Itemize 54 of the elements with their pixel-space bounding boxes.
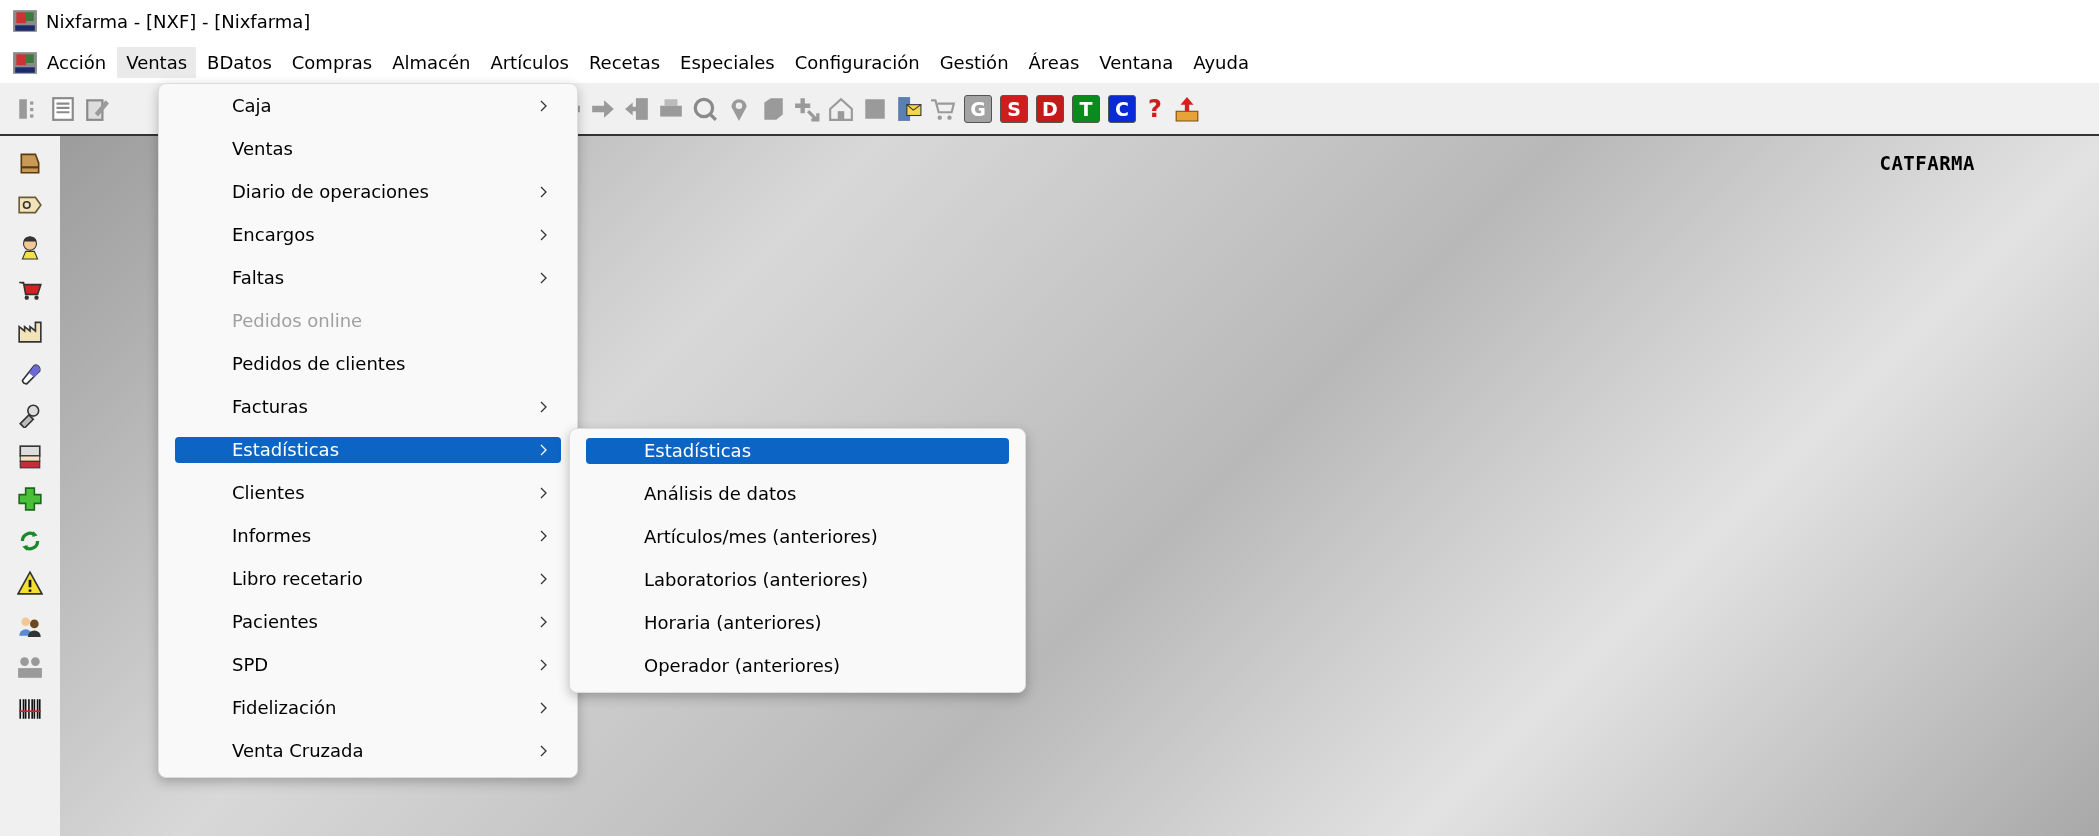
search-icon[interactable] — [692, 95, 718, 122]
menu-item[interactable]: Fidelización — [175, 694, 561, 721]
menu-bar-item[interactable]: Configuración — [785, 47, 929, 78]
menu-item[interactable]: Horaria (anteriores) — [586, 609, 1009, 636]
help-button[interactable]: ? — [1144, 94, 1166, 123]
menu-item[interactable]: Operador (anteriores) — [586, 652, 1009, 679]
window-title: Nixfarma - [NXF] - [Nixfarma] — [46, 10, 311, 32]
menu-item[interactable]: Caja — [175, 92, 561, 119]
menu-item[interactable]: Ventas — [175, 135, 561, 162]
menu-item[interactable]: Faltas — [175, 264, 561, 291]
letter-toolbar-button[interactable]: T — [1072, 94, 1100, 123]
menu-item[interactable]: Pacientes — [175, 608, 561, 635]
house-icon[interactable] — [828, 95, 854, 122]
menu-bar-item[interactable]: Gestión — [930, 47, 1018, 78]
menu-bar-item[interactable]: Ayuda — [1184, 47, 1258, 78]
menu-bar-item[interactable]: Compras — [282, 47, 382, 78]
plus-icon[interactable] — [17, 486, 43, 512]
menu-bar-item[interactable]: Acción — [38, 47, 116, 78]
menu-item[interactable]: Informes — [175, 522, 561, 549]
menu-bar-item[interactable]: Especiales — [671, 47, 784, 78]
mail-device-icon[interactable] — [896, 95, 922, 122]
menu-bar-item[interactable]: Ventana — [1090, 47, 1183, 78]
workspace-label: CATFARMA — [1879, 152, 1975, 174]
menu-item[interactable]: Venta Cruzada — [175, 737, 561, 764]
menu-bar-item[interactable]: Recetas — [579, 47, 670, 78]
upload-box-icon[interactable] — [1173, 95, 1200, 122]
app-logo-icon — [12, 8, 38, 34]
letter-toolbar-button[interactable]: D — [1036, 94, 1064, 123]
letter-toolbar-button[interactable]: S — [1000, 94, 1028, 123]
plus-arrow-icon[interactable] — [794, 95, 820, 122]
menu-bar-item[interactable]: Áreas — [1019, 47, 1089, 78]
barcode-icon[interactable] — [17, 696, 43, 722]
menu-item[interactable]: Facturas — [175, 393, 561, 420]
menu-item[interactable]: Análisis de datos — [586, 480, 1009, 507]
menu-item[interactable]: Clientes — [175, 479, 561, 506]
letter-toolbar-button[interactable]: C — [1108, 94, 1136, 123]
menu-item[interactable]: Artículos/mes (anteriores) — [586, 523, 1009, 550]
menu-bar-item[interactable]: Almacén — [383, 47, 480, 78]
warning-icon[interactable] — [17, 570, 43, 596]
document-icon[interactable] — [50, 95, 76, 122]
menu-item[interactable]: Laboratorios (anteriores) — [586, 566, 1009, 593]
menu-item[interactable]: SPD — [175, 651, 561, 678]
menu-item[interactable]: Encargos — [175, 221, 561, 248]
app-logo-icon[interactable] — [12, 49, 38, 76]
menu-item[interactable]: Estadísticas — [586, 437, 1009, 464]
exit-icon[interactable] — [624, 95, 650, 122]
menu-bar-item[interactable]: BDatos — [198, 47, 281, 78]
menu-item[interactable]: Libro recetario — [175, 565, 561, 592]
menu-item[interactable]: Pedidos de clientes — [175, 350, 561, 377]
menu-bar-item[interactable]: Ventas — [117, 47, 197, 78]
user-group-icon[interactable] — [17, 654, 43, 680]
menu-item[interactable]: Diario de operaciones — [175, 178, 561, 205]
menu-bar-item[interactable]: Artículos — [481, 47, 578, 78]
menu-item[interactable]: Estadísticas — [175, 436, 561, 463]
